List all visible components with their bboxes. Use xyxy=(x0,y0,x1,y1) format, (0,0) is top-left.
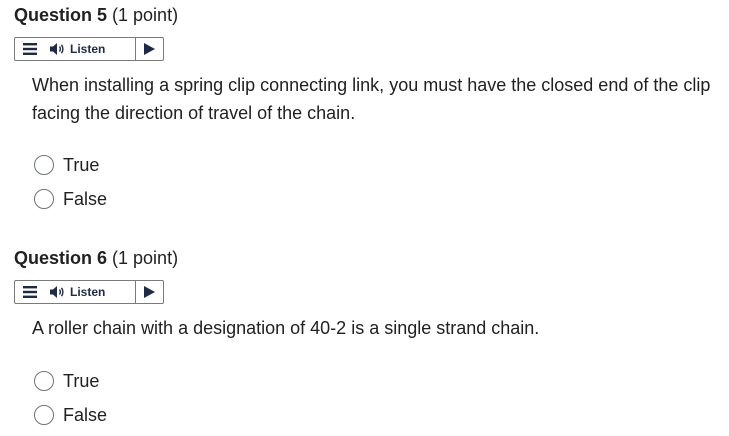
play-button[interactable] xyxy=(135,38,163,60)
option-true[interactable]: True xyxy=(34,148,107,182)
option-label: True xyxy=(63,370,100,391)
option-label: True xyxy=(63,154,100,175)
play-icon xyxy=(144,43,155,55)
listen-button[interactable]: Listen xyxy=(45,38,135,60)
radio-button[interactable] xyxy=(34,405,54,425)
question-text: When installing a spring clip connecting… xyxy=(32,75,711,123)
listen-label: Listen xyxy=(70,285,106,299)
question-points: (1 point) xyxy=(112,248,179,268)
question-points: (1 point) xyxy=(112,5,179,25)
listen-toolbar: Listen xyxy=(14,37,164,61)
play-button[interactable] xyxy=(135,281,163,303)
speaker-icon xyxy=(50,286,64,298)
option-label: False xyxy=(63,188,108,209)
question-title: Question 6 xyxy=(14,248,108,268)
listen-toolbar: Listen xyxy=(14,280,164,304)
answer-options: True False xyxy=(34,364,107,432)
question-header: Question 5 (1 point) xyxy=(14,4,178,26)
option-true[interactable]: True xyxy=(34,364,107,398)
radio-button[interactable] xyxy=(34,371,54,391)
question-header: Question 6 (1 point) xyxy=(14,247,178,269)
menu-icon xyxy=(23,43,37,55)
question-title: Question 5 xyxy=(14,5,108,25)
option-false[interactable]: False xyxy=(34,182,107,216)
menu-icon xyxy=(23,286,37,298)
speaker-icon xyxy=(50,43,64,55)
menu-button[interactable] xyxy=(15,281,45,303)
answer-options: True False xyxy=(34,148,107,216)
play-icon xyxy=(144,286,155,298)
radio-button[interactable] xyxy=(34,189,54,209)
question-text: A roller chain with a designation of 40-… xyxy=(32,318,540,338)
option-label: False xyxy=(63,404,108,425)
listen-button[interactable]: Listen xyxy=(45,281,135,303)
option-false[interactable]: False xyxy=(34,398,107,432)
menu-button[interactable] xyxy=(15,38,45,60)
radio-button[interactable] xyxy=(34,155,54,175)
listen-label: Listen xyxy=(70,42,106,56)
